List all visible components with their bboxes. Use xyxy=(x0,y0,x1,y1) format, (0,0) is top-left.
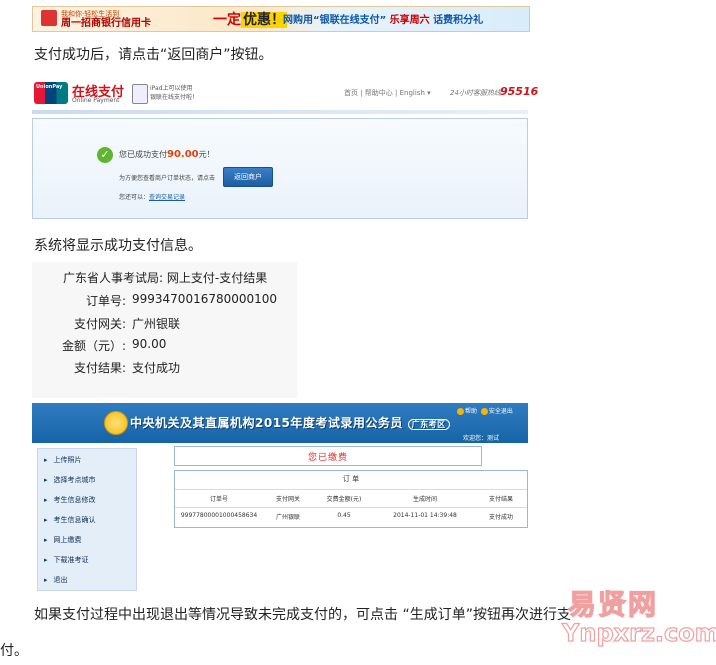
paid-message: 您已成功支付90.00元！ xyxy=(119,149,215,160)
welcome-text: 欢迎您：测试 xyxy=(463,435,500,442)
unionpay-top-nav[interactable]: 首页 | 帮助中心 | English ▾ xyxy=(344,88,431,98)
cell-time: 2014-11-01 14:39:48 xyxy=(393,512,457,519)
sidebar-item-exit[interactable]: 退出 xyxy=(44,575,68,585)
ipad-promo-line1: iPad上可以使用 xyxy=(150,85,193,92)
payment-result-box: 广东省人事考试局: 网上支付-支付结果 订单号: 999347001678000… xyxy=(32,262,297,398)
banner-big-prefix: 一定 xyxy=(213,12,241,28)
unionpay-success-screenshot: UnionPay 在线支付 Online Payment iPad上可以使用 银… xyxy=(32,72,538,219)
amount-value: 90.00 xyxy=(132,337,167,351)
result-value: 支付成功 xyxy=(132,361,181,375)
watermark-cn: 易贤网 xyxy=(567,587,659,621)
banner-right-main: 网购用“银联在线支付” xyxy=(283,15,387,26)
banner-big-highlight: 优惠！ xyxy=(241,12,287,28)
banner-right-tag: 乐享周六 xyxy=(389,15,430,26)
paid-suffix: 元！ xyxy=(198,150,215,159)
sidebar-item-choose-city[interactable]: 选择考点城市 xyxy=(44,475,96,485)
promo-banner[interactable]: 我和你·轻松生活到 周一招商银行信用卡 一定 优惠！ 网购用“银联在线支付” 乐享… xyxy=(32,6,530,32)
payment-success-panel: ✓ 您已成功支付90.00元！ 为方便您查看商户订单状态，请点击 返回商户 您还… xyxy=(32,118,528,219)
unionpay-logo-text: UnionPay xyxy=(36,84,63,90)
sidebar-item-edit-info[interactable]: 考生信息修改 xyxy=(44,495,96,505)
order-caption: 订 单 xyxy=(342,475,360,483)
header-links: 帮助 安全退出 xyxy=(457,406,513,415)
instruction-step-retry-cont: 付。 xyxy=(0,643,28,659)
watermark-url: Ynpxrz.com xyxy=(561,618,716,647)
cell-result: 支付成功 xyxy=(488,514,513,521)
paid-prefix: 您已成功支付 xyxy=(119,150,167,159)
emblem-icon xyxy=(104,411,128,435)
logout-link[interactable]: 安全退出 xyxy=(489,408,513,415)
order-number-value: 9993470016780000100 xyxy=(132,292,278,306)
banner-right-tail: 话费积分礼 xyxy=(433,15,484,26)
help-icon xyxy=(457,408,464,415)
header-order-number: 订单号 xyxy=(209,496,228,503)
sidebar: 上传照片 选择考点城市 考生信息修改 考生信息确认 网上缴费 下载准考证 退出 xyxy=(37,448,137,591)
order-table: 订 单 订单号 支付网关 交费金额(元) 生成时间 支付结果 999778000… xyxy=(174,470,528,528)
sidebar-item-upload-photo[interactable]: 上传照片 xyxy=(44,455,82,465)
sidebar-item-download-ticket[interactable]: 下载准考证 xyxy=(44,555,89,565)
system-title-text: 中央机关及其直属机构2015年度考试录用公务员 xyxy=(130,416,403,430)
system-header: 中央机关及其直属机构2015年度考试录用公务员 广东考区 帮助 安全退出 欢迎您… xyxy=(32,403,528,443)
query-label: 您还可以： xyxy=(119,194,150,201)
ipad-promo-line2: 银联在线支付啦！ xyxy=(150,94,199,101)
header-result: 支付结果 xyxy=(488,496,513,503)
hotline-number: 95516 xyxy=(500,85,539,98)
query-records: 您还可以：查询交易记录 xyxy=(119,192,185,201)
header-amount: 交费金额(元) xyxy=(326,496,362,503)
system-title: 中央机关及其直属机构2015年度考试录用公务员 广东考区 xyxy=(130,414,450,431)
paid-amount: 90.00 xyxy=(167,149,199,160)
banner-right-text: 网购用“银联在线支付” 乐享周六 话费积分礼 xyxy=(283,11,483,26)
hotline-label: 24小时客服热线 xyxy=(450,89,501,97)
ipad-icon xyxy=(132,84,148,104)
order-header-row: 订单号 支付网关 交费金额(元) 生成时间 支付结果 xyxy=(175,489,527,506)
header-divider xyxy=(32,110,528,114)
banner-left-text: 我和你·轻松生活到 周一招商银行信用卡 xyxy=(61,10,151,29)
site-watermark: 易贤网 Ynpxrz.com xyxy=(560,583,716,659)
system-region: 广东考区 xyxy=(407,419,450,430)
logout-icon xyxy=(480,408,488,415)
result-heading: 广东省人事考试局: 网上支付-支付结果 xyxy=(63,271,268,285)
return-tip: 为方便您查看商户订单状态，请点击 xyxy=(119,175,216,182)
amount-label: 金额（元）: xyxy=(62,339,127,353)
credit-card-icon xyxy=(41,10,57,26)
paid-status-box: 您已缴费 xyxy=(174,446,482,466)
help-link[interactable]: 帮助 xyxy=(465,408,477,415)
success-check-icon: ✓ xyxy=(97,147,113,163)
sidebar-item-online-payment[interactable]: 网上缴费 xyxy=(44,535,82,545)
cell-amount: 0.45 xyxy=(337,512,351,519)
gateway-label: 支付网关: xyxy=(74,317,127,331)
unionpay-subtitle: Online Payment xyxy=(72,97,120,104)
instruction-step-retry: 如果支付过程中出现退出等情况导致未完成支付的，可点击 “生成订单”按钮再次进行支 xyxy=(34,607,571,623)
result-label: 支付结果: xyxy=(74,361,127,375)
header-time: 生成时间 xyxy=(412,496,437,503)
paid-status-text: 您已缴费 xyxy=(307,453,348,463)
cell-gateway: 广州银联 xyxy=(275,514,300,521)
banner-big-text: 一定 优惠！ xyxy=(213,9,287,29)
sidebar-item-confirm-info[interactable]: 考生信息确认 xyxy=(44,515,96,525)
query-records-link[interactable]: 查询交易记录 xyxy=(149,194,185,201)
cell-order-number: 99977800001000458634 xyxy=(180,512,258,519)
ipad-promo: iPad上可以使用 银联在线支付啦！ xyxy=(150,84,198,102)
banner-main-line: 周一招商银行信用卡 xyxy=(61,18,151,29)
instruction-step-result: 系统将显示成功支付信息。 xyxy=(34,238,202,254)
table-row: 99977800001000458634 广州银联 0.45 2014-11-0… xyxy=(175,507,527,524)
exam-system-screenshot: 中央机关及其直属机构2015年度考试录用公务员 广东考区 帮助 安全退出 欢迎您… xyxy=(32,403,528,591)
header-gateway: 支付网关 xyxy=(275,496,300,503)
return-merchant-button[interactable]: 返回商户 xyxy=(223,167,273,187)
instruction-step-return: 支付成功后，请点击“返回商户”按钮。 xyxy=(34,47,273,63)
order-number-label: 订单号: xyxy=(86,294,127,308)
gateway-value: 广州银联 xyxy=(132,317,181,331)
